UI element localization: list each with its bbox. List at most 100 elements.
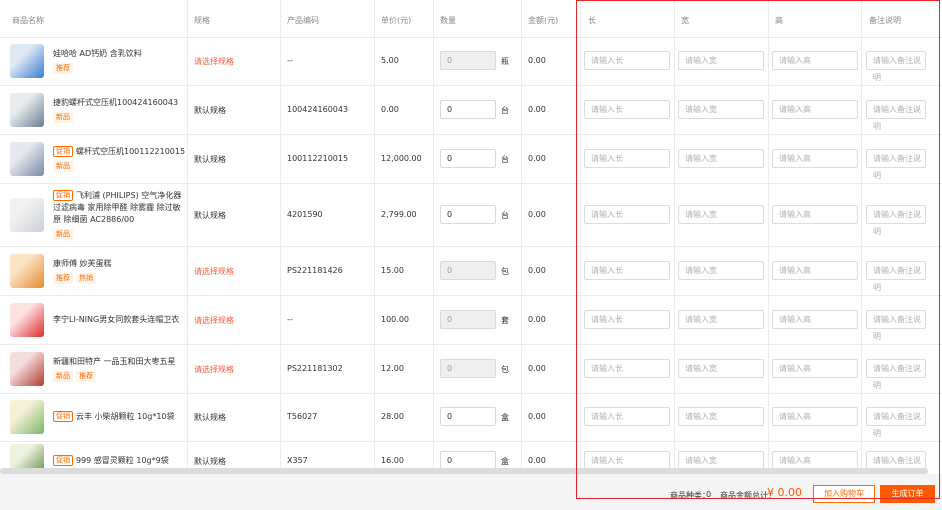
- product-code: X357: [287, 456, 308, 465]
- col-quantity: 数量: [440, 16, 456, 25]
- quantity-input[interactable]: 0: [440, 407, 496, 426]
- width-input[interactable]: 请输入宽: [678, 309, 764, 329]
- product-name-block: 新疆和田特产 一品玉和田大枣五星 新品 推荐: [53, 356, 188, 382]
- table-row: 促销 螺杆式空压机100112210015 新品 默认规格 100112210015 12…: [0, 134, 942, 184]
- height-input[interactable]: 请输入高: [772, 407, 858, 426]
- product-name[interactable]: 康师傅 妙芙蛋糕: [53, 259, 112, 268]
- col-product-name: 商品名称: [12, 16, 44, 25]
- amount-value: 0.00: [528, 104, 546, 114]
- table-row: 促销 云丰 小柴胡颗粒 10g*10袋 默认规格 T56027 28.00 0 盒 0.00 请…: [0, 393, 942, 442]
- product-badge: 新品: [53, 228, 73, 240]
- width-input[interactable]: 请输入宽: [678, 148, 764, 168]
- select-spec-link[interactable]: 请选择规格: [194, 266, 234, 277]
- amount-value: 0.00: [528, 209, 546, 219]
- create-order-button[interactable]: 生成订单: [880, 485, 935, 503]
- length-input[interactable]: 请输入长: [584, 260, 670, 280]
- width-input[interactable]: 请输入宽: [678, 99, 764, 119]
- remark-input[interactable]: 请输入备注说明: [866, 204, 926, 236]
- width-input[interactable]: 请输入宽: [678, 260, 764, 280]
- product-thumbnail[interactable]: [10, 253, 44, 288]
- quantity-input[interactable]: 0: [440, 148, 496, 168]
- product-name-block: 促销 999 感冒灵颗粒 10g*9袋: [53, 455, 188, 467]
- product-name[interactable]: 螺杆式空压机100112210015: [76, 147, 185, 156]
- product-thumbnail[interactable]: [10, 141, 44, 176]
- length-input[interactable]: 请输入长: [584, 407, 670, 426]
- product-name[interactable]: 999 感冒灵颗粒 10g*9袋: [76, 456, 169, 465]
- product-thumbnail[interactable]: [10, 400, 44, 434]
- unit-price: 2,799.00: [381, 209, 417, 219]
- amount-value: 0.00: [528, 314, 546, 324]
- product-code: 4201590: [287, 209, 323, 219]
- length-input[interactable]: 请输入长: [584, 99, 670, 119]
- remark-input[interactable]: 请输入备注说明: [866, 148, 926, 180]
- product-name[interactable]: 捷豹螺杆式空压机100424160043: [53, 98, 178, 107]
- height-input[interactable]: 请输入高: [772, 358, 858, 378]
- kinds-value: 0: [706, 490, 712, 499]
- remark-input[interactable]: 请输入备注说明: [866, 407, 926, 438]
- col-product-code: 产品编码: [287, 16, 319, 25]
- promo-tag: 促销: [53, 455, 73, 466]
- product-thumbnail[interactable]: [10, 351, 44, 386]
- col-spec: 规格: [194, 16, 210, 25]
- remark-input[interactable]: 请输入备注说明: [866, 99, 926, 131]
- product-thumbnail[interactable]: [10, 197, 44, 232]
- table-row: 康师傅 妙芙蛋糕 推荐 热销 请选择规格 PS221181426 15.00 0 包 0.00 请…: [0, 246, 942, 296]
- promo-tag: 促销: [53, 189, 73, 201]
- amount-value: 0.00: [528, 153, 546, 163]
- remark-input[interactable]: 请输入备注说明: [866, 358, 926, 390]
- add-to-cart-button[interactable]: 加入购物车: [813, 485, 875, 503]
- length-input[interactable]: 请输入长: [584, 51, 670, 70]
- amount-value: 0.00: [528, 456, 546, 465]
- promo-tag: 促销: [53, 411, 73, 422]
- length-input[interactable]: 请输入长: [584, 309, 670, 329]
- unit-price: 28.00: [381, 412, 404, 421]
- height-input[interactable]: 请输入高: [772, 51, 858, 70]
- unit-price: 12.00: [381, 363, 404, 373]
- height-input[interactable]: 请输入高: [772, 99, 858, 119]
- remark-input[interactable]: 请输入备注说明: [866, 51, 926, 82]
- length-input[interactable]: 请输入长: [584, 358, 670, 378]
- select-spec-link[interactable]: 请选择规格: [194, 364, 234, 375]
- height-input[interactable]: 请输入高: [772, 309, 858, 329]
- unit-label: 台: [501, 105, 509, 115]
- width-input[interactable]: 请输入宽: [678, 358, 764, 378]
- length-input[interactable]: 请输入长: [584, 148, 670, 168]
- product-thumbnail[interactable]: [10, 44, 44, 78]
- product-name-block: 促销 螺杆式空压机100112210015 新品: [53, 145, 188, 172]
- product-badge: 新品: [53, 111, 73, 123]
- unit-label: 台: [501, 154, 509, 164]
- product-name[interactable]: 娃哈哈 AD钙奶 含乳饮料: [53, 49, 142, 58]
- amount-value: 0.00: [528, 363, 546, 373]
- length-input[interactable]: 请输入长: [584, 204, 670, 224]
- spec-value: 默认规格: [194, 457, 226, 466]
- quantity-input[interactable]: 0: [440, 99, 496, 119]
- height-input[interactable]: 请输入高: [772, 260, 858, 280]
- height-input[interactable]: 请输入高: [772, 204, 858, 224]
- height-input[interactable]: 请输入高: [772, 148, 858, 168]
- product-name-block: 促销 飞利浦 (PHILIPS) 空气净化器 过滤病毒 家用除甲醛 除雾霾 除过敏…: [53, 189, 188, 240]
- promo-tag: 促销: [53, 145, 73, 157]
- unit-price: 5.00: [381, 56, 399, 65]
- select-spec-link[interactable]: 请选择规格: [194, 56, 234, 67]
- product-name[interactable]: 新疆和田特产 一品玉和田大枣五星: [53, 357, 176, 366]
- product-badge: 推荐: [76, 370, 96, 382]
- width-input[interactable]: 请输入宽: [678, 407, 764, 426]
- width-input[interactable]: 请输入宽: [678, 51, 764, 70]
- remark-input[interactable]: 请输入备注说明: [866, 260, 926, 292]
- width-input[interactable]: 请输入宽: [678, 204, 764, 224]
- product-thumbnail[interactable]: [10, 302, 44, 337]
- col-length: 长: [588, 16, 596, 25]
- product-code: --: [287, 56, 293, 65]
- amount-value: 0.00: [528, 265, 546, 275]
- product-name[interactable]: 李宁LI-NING男女同款套头连帽卫衣: [53, 315, 179, 324]
- select-spec-link[interactable]: 请选择规格: [194, 315, 234, 326]
- product-badge: 新品: [53, 160, 73, 172]
- product-thumbnail[interactable]: [10, 92, 44, 127]
- quantity-input[interactable]: 0: [440, 204, 496, 224]
- remark-input[interactable]: 请输入备注说明: [866, 309, 926, 341]
- table-header: 商品名称 规格 产品编码 单价(元) 数量 金额(元) 长 宽 高 备注说明: [0, 0, 942, 38]
- unit-price: 100.00: [381, 314, 409, 324]
- product-name[interactable]: 云丰 小柴胡颗粒 10g*10袋: [76, 412, 175, 421]
- amount-value: 0.00: [528, 412, 546, 421]
- spec-value: 默认规格: [194, 210, 226, 220]
